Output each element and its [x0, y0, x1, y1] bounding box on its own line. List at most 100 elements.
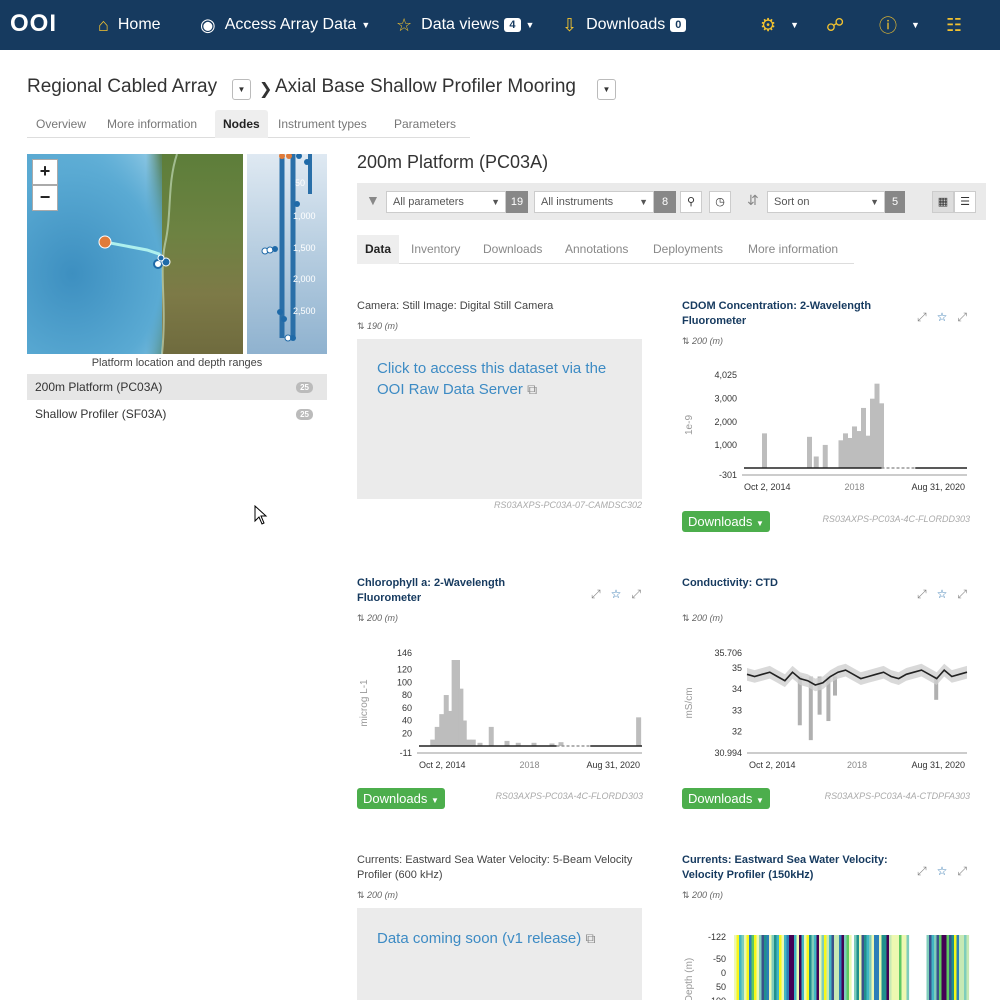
nav-home[interactable]: ⌂ Home — [98, 0, 161, 50]
tab-more-information[interactable]: More information — [748, 235, 838, 264]
list-view-button[interactable]: ☰ — [954, 191, 976, 213]
chart-bar — [807, 436, 812, 469]
platform-item-pc03a[interactable]: 200m Platform (PC03A) 25 — [27, 374, 327, 400]
raw-data-server-box[interactable]: Click to access this dataset via the OOI… — [357, 339, 642, 499]
tab-overview[interactable]: Overview — [36, 110, 86, 138]
tab-parameters[interactable]: Parameters — [394, 110, 456, 138]
nav-downloads[interactable]: ⇩ Downloads 0 — [562, 0, 687, 50]
heatmap-cell — [881, 935, 885, 1000]
tab-data[interactable]: Data — [357, 235, 400, 264]
nav-access-array-data[interactable]: ◉ Access Array Data ▼ — [200, 0, 370, 50]
x-tick-label: 2018 — [519, 760, 539, 770]
star-icon[interactable]: ☆ — [937, 310, 948, 324]
breadcrumb-site[interactable]: Axial Base Shallow Profiler Mooring — [275, 76, 576, 98]
conductivity-chart[interactable]: 35.706 35 34 33 32 30.994 mS/cm Oct 2, 2014 2018… — [682, 638, 972, 778]
array-dropdown-button[interactable]: ▼ — [232, 79, 251, 100]
depth-range-chart: 50 1,000 1,500 2,000 2,500 — [247, 154, 327, 354]
y-tick-label: 100 — [711, 996, 726, 1000]
heatmap-cell — [751, 935, 755, 1000]
card-actions: ⤢ ☆ ⤢ — [917, 310, 967, 325]
star-icon[interactable]: ☆ — [937, 864, 948, 878]
nav-data-views[interactable]: ☆ Data views 4 ▼ — [396, 0, 534, 50]
coming-soon-link[interactable]: Data coming soon (v1 release) ⧉ — [377, 928, 637, 949]
heatmap-cell — [746, 935, 750, 1000]
heatmap-cell — [814, 935, 817, 1000]
card-title: Currents: Eastward Sea Water Velocity: V… — [682, 854, 888, 881]
x-tick-label: Aug 31, 2020 — [586, 760, 640, 770]
platform-item-sf03a[interactable]: Shallow Profiler (SF03A) 25 — [27, 401, 327, 427]
expand-icon[interactable]: ⤢ — [917, 310, 927, 324]
tab-annotations[interactable]: Annotations — [565, 235, 628, 264]
heatmap-cell — [871, 935, 875, 1000]
cdom-chart[interactable]: 4,025 3,000 2,000 1,000 -301 1e-9 Oct 2, 2014 2… — [682, 360, 972, 500]
y-tick-label: 4,025 — [714, 370, 737, 380]
x-tick-label: 2018 — [847, 760, 867, 770]
tab-inventory[interactable]: Inventory — [411, 235, 460, 264]
expand-icon[interactable]: ⤢ — [591, 587, 601, 601]
heatmap-cell — [866, 935, 870, 1000]
card-depth-value: 200 (m) — [692, 613, 724, 623]
platform-count-badge: 25 — [296, 382, 313, 393]
chart-bar — [439, 714, 445, 746]
chevron-down-icon: ▼ — [870, 197, 879, 207]
card-depth-value: 200 (m) — [367, 613, 399, 623]
breadcrumb-array[interactable]: Regional Cabled Array — [27, 76, 217, 98]
downloads-button[interactable]: Downloads ▼ — [682, 511, 770, 532]
zoom-out-button[interactable]: − — [32, 185, 58, 211]
site-dropdown-button[interactable]: ▼ — [597, 79, 616, 100]
fullscreen-icon[interactable]: ⤢ — [957, 310, 967, 324]
raw-data-server-link[interactable]: Click to access this dataset via the OOI… — [377, 359, 627, 400]
downloads-button-label: Downloads — [688, 791, 753, 806]
heatmap-cell — [839, 935, 842, 1000]
nav-chat[interactable]: ☷ — [946, 0, 971, 50]
chlorophyll-chart[interactable]: 146 120 100 80 60 40 20 -11 microg L-1 Oct 2, 201… — [357, 638, 647, 778]
nav-share[interactable]: ☍ — [826, 0, 853, 50]
fullscreen-icon[interactable]: ⤢ — [957, 587, 967, 601]
velocity-heatmap-chart[interactable]: -122 -50 0 50 100 Depth (m) — [682, 915, 972, 1000]
grid-view-button[interactable]: ▦ — [932, 191, 954, 213]
downloads-button[interactable]: Downloads ▼ — [682, 788, 770, 809]
expand-icon[interactable]: ⤢ — [917, 587, 927, 601]
mouse-cursor-icon — [254, 505, 268, 525]
nav-settings[interactable]: ⚙ ▼ — [760, 0, 799, 50]
fullscreen-icon[interactable]: ⤢ — [631, 587, 641, 601]
star-icon[interactable]: ☆ — [611, 587, 622, 601]
y-axis-label: 1e-9 — [684, 415, 695, 435]
tab-more-information[interactable]: More information — [107, 110, 197, 138]
nav-help[interactable]: ⓘ ▼ — [879, 0, 920, 50]
chart-bar — [813, 456, 819, 469]
platform-map[interactable]: + − — [27, 154, 243, 354]
zoom-in-button[interactable]: + — [32, 159, 58, 185]
heatmap-cell — [956, 935, 960, 1000]
heatmap-cell — [944, 935, 947, 1000]
ooi-logo[interactable]: OOI — [10, 10, 57, 38]
fullscreen-icon[interactable]: ⤢ — [957, 864, 967, 878]
downloads-button[interactable]: Downloads ▼ — [357, 788, 445, 809]
instruments-select[interactable]: All instruments ▼ — [534, 191, 654, 213]
heatmap-cell — [831, 935, 835, 1000]
tab-nodes[interactable]: Nodes — [215, 110, 268, 138]
time-button[interactable]: ◷ — [709, 191, 731, 213]
depth-marker — [304, 159, 310, 165]
heatmap-cell — [789, 935, 792, 1000]
depth-label: 1,000 — [293, 211, 316, 221]
download-icon: ⇩ — [562, 14, 578, 35]
heatmap-cell — [951, 935, 955, 1000]
external-link-icon: ⧉ — [585, 930, 596, 946]
search-button[interactable]: ⚲ — [680, 191, 702, 213]
card-depth-value: 200 (m) — [367, 890, 399, 900]
parameters-select[interactable]: All parameters ▼ — [386, 191, 506, 213]
chevron-down-icon: ▼ — [430, 796, 439, 805]
heatmap-cell — [856, 935, 860, 1000]
sort-select[interactable]: Sort on ▼ — [767, 191, 885, 213]
star-icon[interactable]: ☆ — [937, 587, 948, 601]
expand-icon[interactable]: ⤢ — [917, 864, 927, 878]
tab-downloads[interactable]: Downloads — [483, 235, 542, 264]
tab-instrument-types[interactable]: Instrument types — [278, 110, 367, 138]
depth-label: 2,500 — [293, 306, 316, 316]
depth-label: 2,000 — [293, 274, 316, 284]
depth-icon: ⇅ — [357, 613, 368, 623]
chart-bar — [504, 740, 510, 746]
tab-deployments[interactable]: Deployments — [653, 235, 723, 264]
heatmap-cell — [896, 935, 900, 1000]
